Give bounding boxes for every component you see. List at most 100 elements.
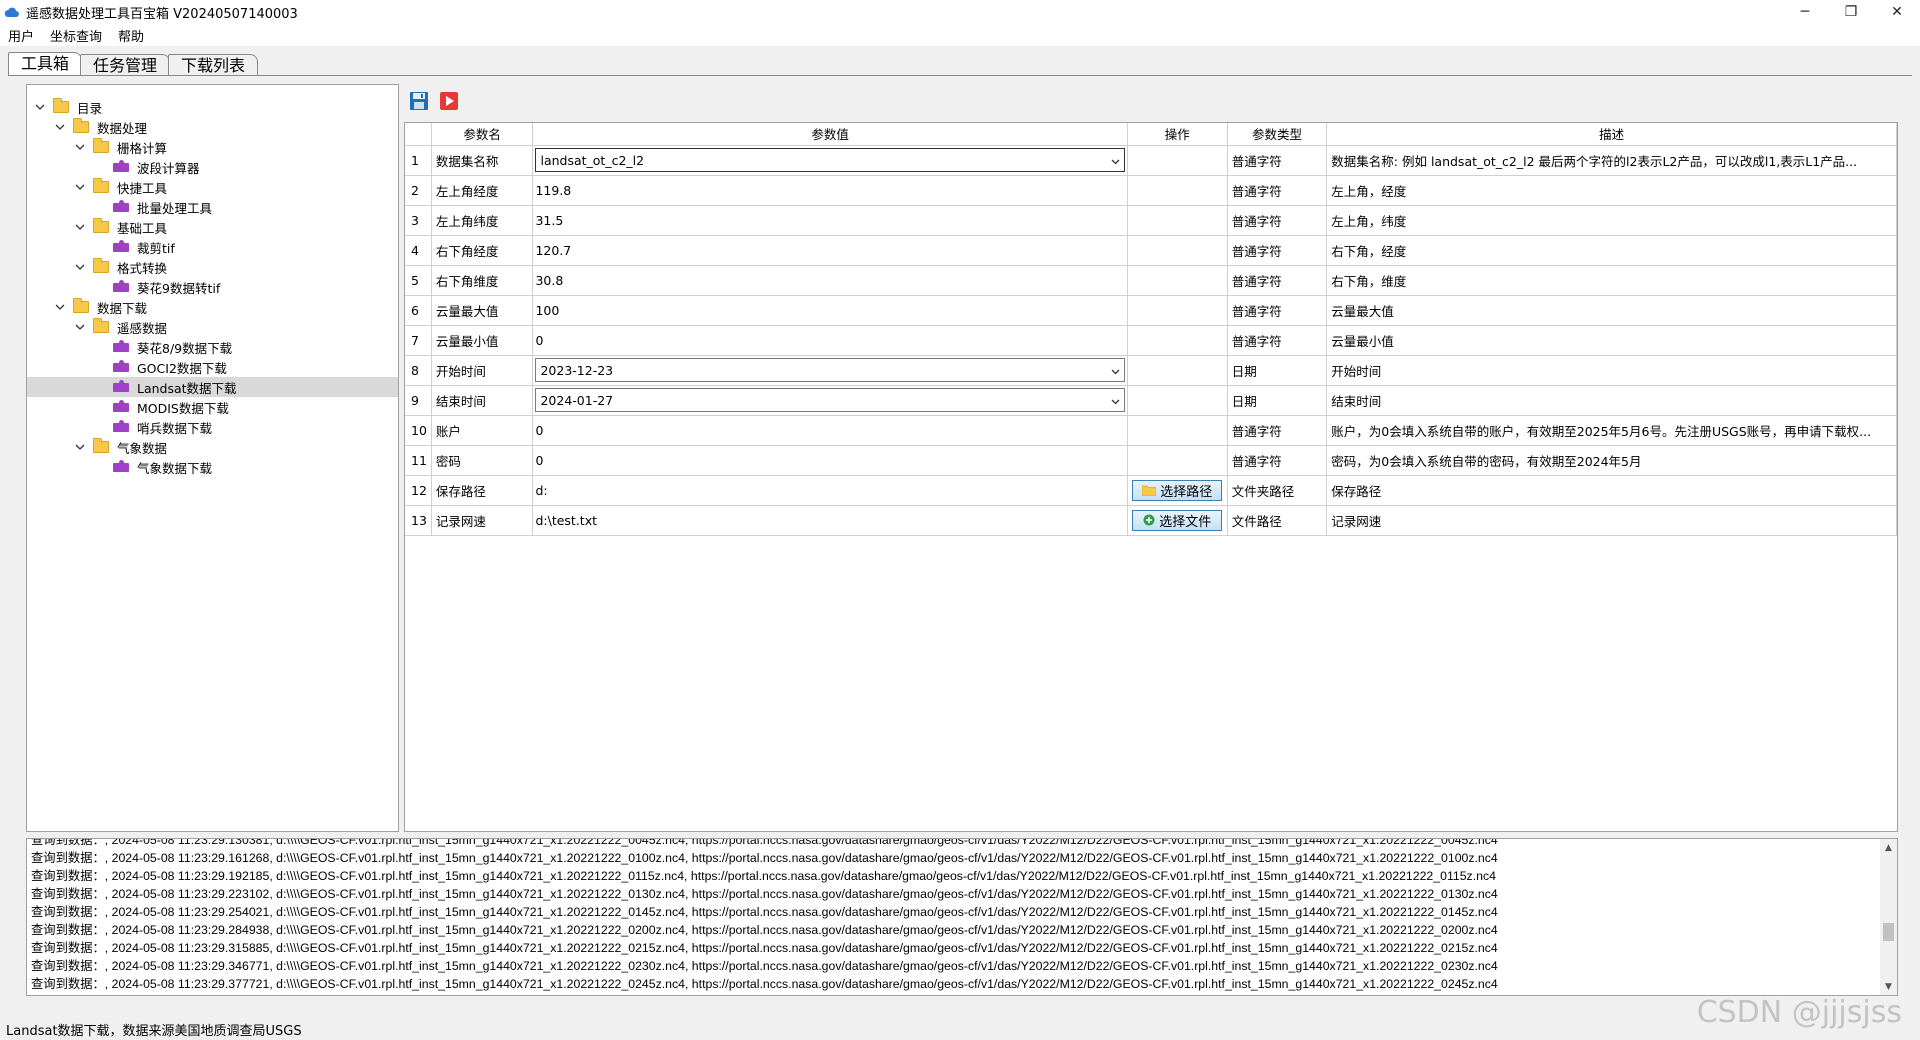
tree-item[interactable]: 葵花9数据转tif bbox=[93, 277, 220, 297]
value-cell-text[interactable]: 31.5 bbox=[535, 213, 563, 228]
param-value-cell[interactable]: 0 bbox=[532, 415, 1128, 446]
log-line: 查询到数据：, 2024-05-08 11:23:29.161268, d:\\… bbox=[31, 851, 1498, 865]
tool-tree[interactable]: 目录 数据处理 栅格计算 波段计算器 快捷工具 批量处理工具 基础工具 裁剪tif 格式转换 葵花… bbox=[26, 84, 399, 832]
param-type-cell: 日期 bbox=[1227, 385, 1328, 416]
tree-item[interactable]: 遥感数据 bbox=[73, 317, 167, 337]
value-cell-text[interactable]: 0 bbox=[535, 423, 543, 438]
chevron-down-icon[interactable] bbox=[73, 320, 87, 334]
select-path-button[interactable]: 选择路径 bbox=[1132, 479, 1223, 501]
operation-cell bbox=[1127, 355, 1228, 386]
value-cell-text[interactable]: 0 bbox=[535, 333, 543, 348]
tree-item[interactable]: 批量处理工具 bbox=[93, 197, 212, 217]
table-row: 5 右下角维度 30.8 普通字符 右下角，维度 bbox=[405, 265, 1897, 296]
log-scrollbar[interactable]: ▲ ▼ bbox=[1880, 839, 1897, 995]
row-number: 4 bbox=[405, 235, 432, 266]
chevron-down-icon[interactable] bbox=[53, 300, 67, 314]
menu-help[interactable]: 帮助 bbox=[110, 26, 152, 45]
tab-toolbox[interactable]: 工具箱 bbox=[8, 52, 83, 76]
tool-icon bbox=[113, 400, 129, 413]
description-cell: 云量最大值 bbox=[1326, 295, 1897, 326]
description-cell: 数据集名称: 例如 landsat_ot_c2_l2 最后两个字符的l2表示L2… bbox=[1326, 145, 1897, 176]
tree-item[interactable]: 格式转换 bbox=[73, 257, 167, 277]
chevron-down-icon[interactable] bbox=[53, 120, 67, 134]
close-button[interactable]: ✕ bbox=[1874, 0, 1920, 24]
value-dropdown[interactable]: landsat_ot_c2_l2 bbox=[535, 148, 1125, 172]
tree-item-label: 遥感数据 bbox=[117, 320, 168, 336]
menu-user[interactable]: 用户 bbox=[0, 26, 42, 45]
tab-task-manager[interactable]: 任务管理 bbox=[80, 54, 171, 76]
value-cell-text[interactable]: d: bbox=[535, 483, 547, 498]
save-button[interactable] bbox=[408, 90, 430, 112]
param-value-cell[interactable]: 119.8 bbox=[532, 175, 1128, 206]
table-row: 1 数据集名称 landsat_ot_c2_l2 普通字符 数据集名称: 例如 land… bbox=[405, 145, 1897, 176]
maximize-button[interactable]: ❐ bbox=[1828, 0, 1874, 24]
column-header-operation[interactable]: 操作 bbox=[1127, 123, 1228, 146]
param-value-cell[interactable]: 2024-01-27 bbox=[532, 385, 1128, 416]
chevron-down-icon[interactable] bbox=[73, 140, 87, 154]
tree-item[interactable]: 裁剪tif bbox=[93, 237, 175, 257]
menu-coordinate-query[interactable]: 坐标查询 bbox=[42, 26, 110, 45]
value-cell-text[interactable]: 100 bbox=[535, 303, 559, 318]
scroll-thumb[interactable] bbox=[1883, 923, 1894, 941]
param-value-cell[interactable]: 31.5 bbox=[532, 205, 1128, 236]
column-header-type[interactable]: 参数类型 bbox=[1227, 123, 1328, 146]
value-dropdown[interactable]: 2023-12-23 bbox=[535, 358, 1125, 382]
value-cell-text[interactable]: 120.7 bbox=[535, 243, 571, 258]
tree-item[interactable]: GOCI2数据下载 bbox=[93, 357, 227, 377]
row-number-header bbox=[405, 123, 432, 146]
value-dropdown[interactable]: 2024-01-27 bbox=[535, 388, 1125, 412]
select-file-button[interactable]: 选择文件 bbox=[1132, 509, 1223, 531]
chevron-down-icon[interactable] bbox=[1111, 153, 1120, 168]
tree-item[interactable]: 基础工具 bbox=[73, 217, 167, 237]
chevron-down-icon[interactable] bbox=[73, 440, 87, 454]
tree-item[interactable]: 气象数据 bbox=[73, 437, 167, 457]
description-cell: 账户，为0会填入系统自带的账户，有效期至2025年5月6号。先注册USGS账号，… bbox=[1326, 415, 1897, 446]
log-output[interactable]: 查询到数据：, 2024-05-08 11:23:29.130381, d:\\… bbox=[26, 838, 1898, 996]
chevron-down-icon[interactable] bbox=[73, 260, 87, 274]
param-value-cell[interactable]: 120.7 bbox=[532, 235, 1128, 266]
tree-item[interactable]: 气象数据下载 bbox=[93, 457, 212, 477]
value-cell-text[interactable]: 30.8 bbox=[535, 273, 563, 288]
minimize-button[interactable]: ─ bbox=[1782, 0, 1828, 24]
value-cell-text[interactable]: 119.8 bbox=[535, 183, 571, 198]
scroll-up-arrow-icon[interactable]: ▲ bbox=[1880, 839, 1897, 856]
tree-item[interactable]: Landsat数据下载 bbox=[27, 377, 398, 397]
param-value-cell[interactable]: landsat_ot_c2_l2 bbox=[532, 145, 1128, 176]
param-type-cell: 普通字符 bbox=[1227, 145, 1328, 176]
tab-download-list[interactable]: 下载列表 bbox=[168, 54, 259, 76]
tree-item[interactable]: 哨兵数据下载 bbox=[93, 417, 212, 437]
column-header-value[interactable]: 参数值 bbox=[532, 123, 1128, 146]
tree-item-label: 快捷工具 bbox=[117, 180, 168, 196]
tree-item[interactable]: MODIS数据下载 bbox=[93, 397, 229, 417]
chevron-down-icon[interactable] bbox=[1111, 393, 1120, 408]
value-cell-text[interactable]: d:\test.txt bbox=[535, 513, 597, 528]
tree-item[interactable]: 数据下载 bbox=[53, 297, 147, 317]
param-value-cell[interactable]: d:\test.txt bbox=[532, 505, 1128, 536]
param-value-cell[interactable]: 100 bbox=[532, 295, 1128, 326]
tree-item[interactable]: 数据处理 bbox=[53, 117, 147, 137]
tree-item[interactable]: 栅格计算 bbox=[73, 137, 167, 157]
param-type-cell: 日期 bbox=[1227, 355, 1328, 386]
tree-item-label: GOCI2数据下载 bbox=[137, 360, 227, 376]
tree-item[interactable]: 葵花8/9数据下载 bbox=[93, 337, 232, 357]
param-value-cell[interactable]: 0 bbox=[532, 445, 1128, 476]
description-cell: 记录网速 bbox=[1326, 505, 1897, 536]
column-header-name[interactable]: 参数名 bbox=[431, 123, 534, 146]
tree-item[interactable]: 目录 bbox=[33, 97, 102, 117]
chevron-down-icon[interactable] bbox=[73, 220, 87, 234]
value-cell-text[interactable]: 0 bbox=[535, 453, 543, 468]
param-value-cell[interactable]: d: bbox=[532, 475, 1128, 506]
param-value-cell[interactable]: 30.8 bbox=[532, 265, 1128, 296]
chevron-down-icon[interactable] bbox=[33, 100, 47, 114]
param-value-cell[interactable]: 0 bbox=[532, 325, 1128, 356]
menu-bar: 用户 坐标查询 帮助 bbox=[0, 24, 1920, 46]
tree-item[interactable]: 快捷工具 bbox=[73, 177, 167, 197]
run-button[interactable] bbox=[438, 90, 460, 112]
param-value-cell[interactable]: 2023-12-23 bbox=[532, 355, 1128, 386]
grid-toolbar bbox=[408, 88, 468, 114]
chevron-down-icon[interactable] bbox=[1111, 363, 1120, 378]
tree-item[interactable]: 波段计算器 bbox=[93, 157, 200, 177]
column-header-description[interactable]: 描述 bbox=[1326, 123, 1897, 146]
chevron-down-icon[interactable] bbox=[73, 180, 87, 194]
scroll-down-arrow-icon[interactable]: ▼ bbox=[1880, 978, 1897, 995]
